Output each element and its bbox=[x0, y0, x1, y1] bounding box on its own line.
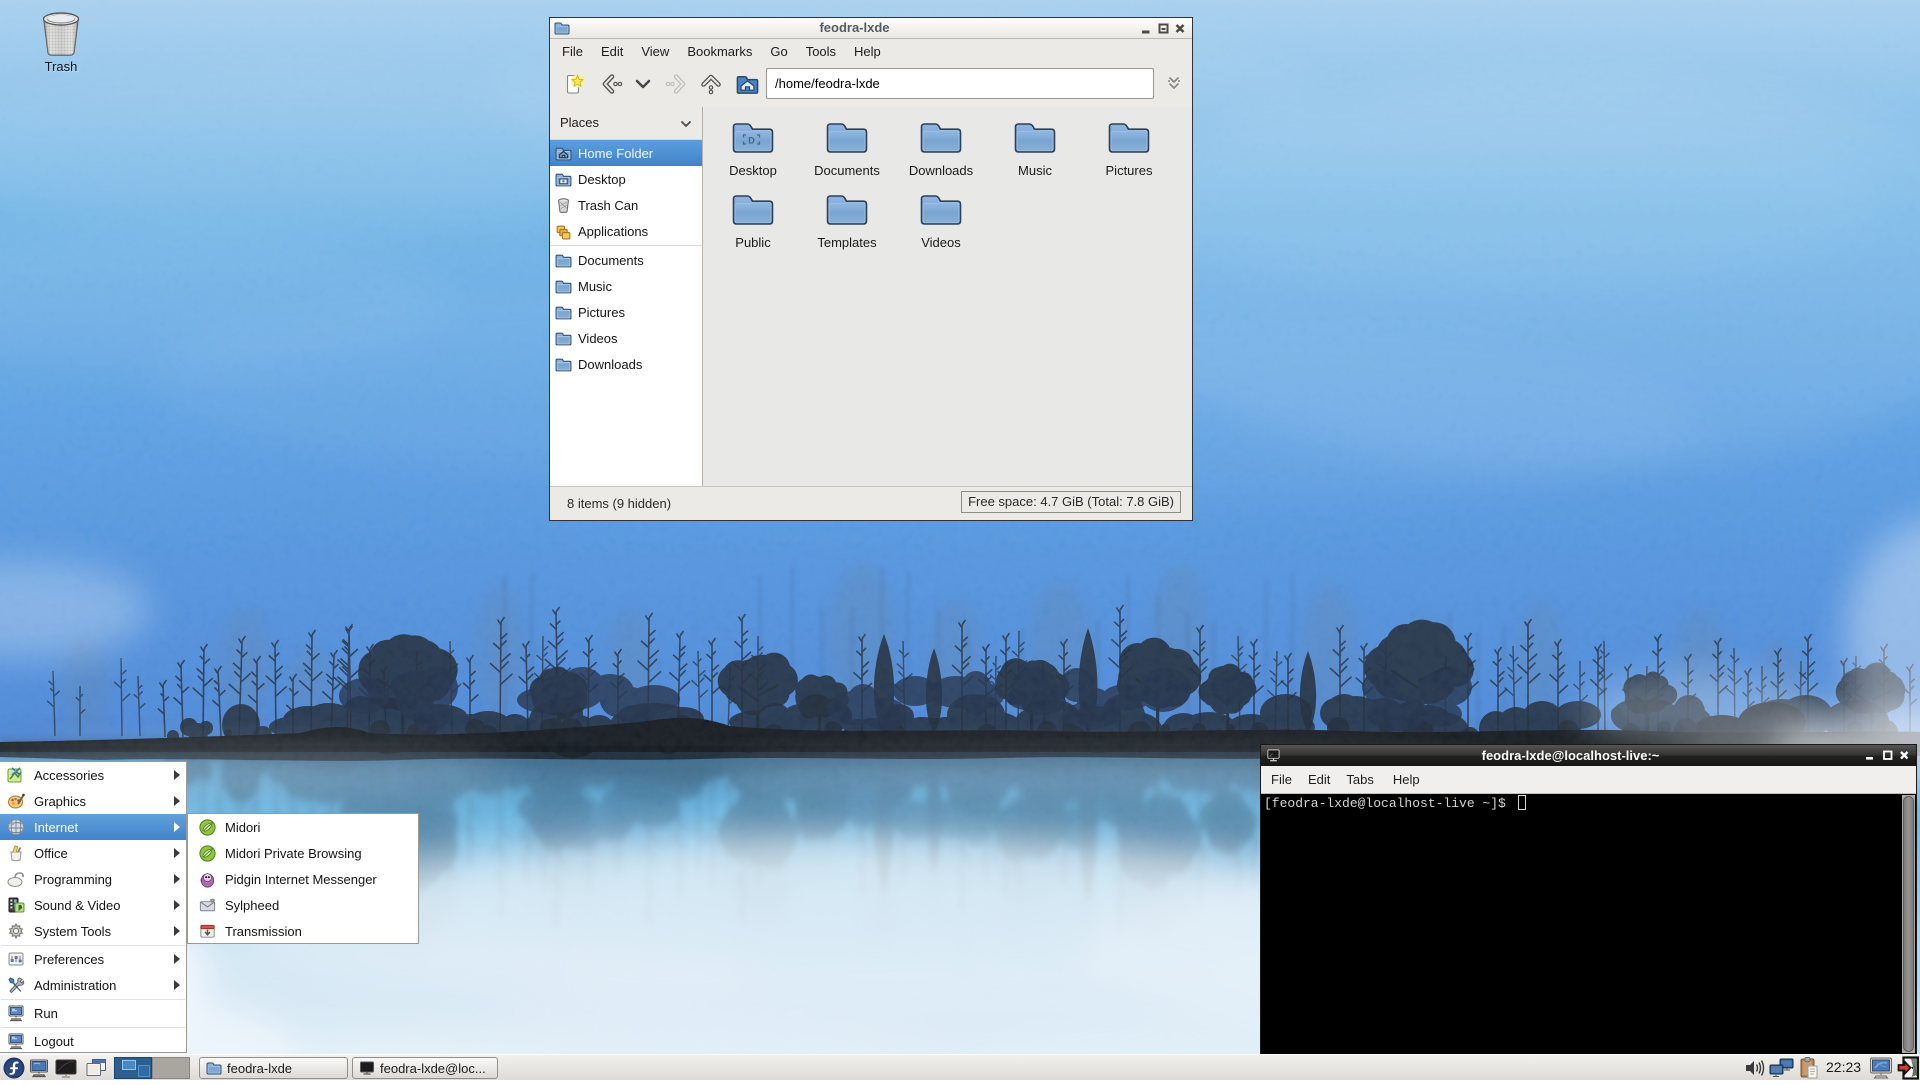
svg-text:D: D bbox=[748, 136, 755, 146]
